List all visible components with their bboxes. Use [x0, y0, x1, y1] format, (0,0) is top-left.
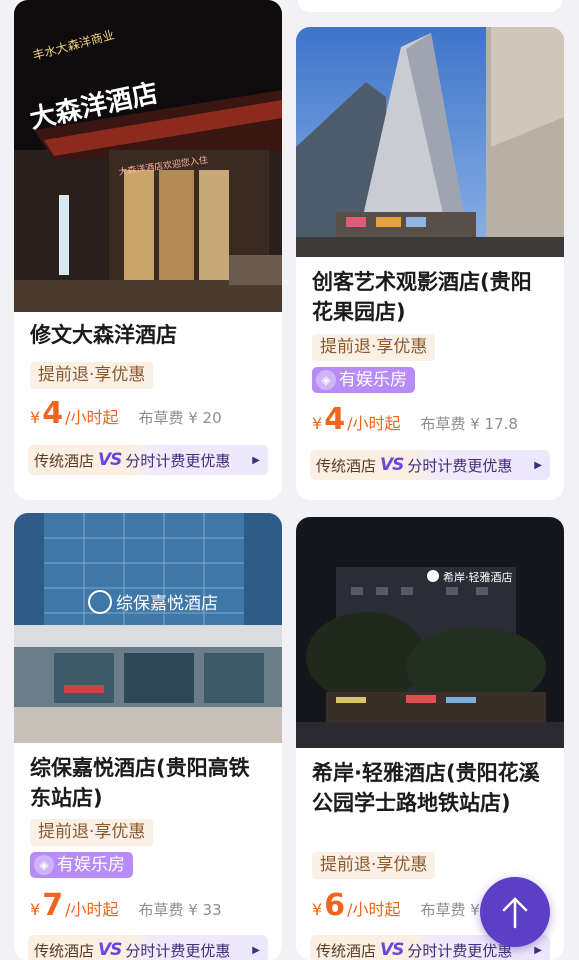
hotel-card[interactable]: 综保嘉悦酒店 综保嘉悦酒店(贵阳高铁东站店) 提前退·享优惠 ◈ 有娱乐房 ¥ …	[14, 513, 282, 960]
promo-tag: 提前退·享优惠	[30, 819, 154, 846]
price-row: ¥ 7 /小时起 布草费 ¥ 33	[30, 890, 268, 922]
hotel-card[interactable]: 丰水大森洋商业 大森洋酒店 大森洋酒店欢迎您入住 修文大森洋酒店 提前退·享优惠…	[14, 0, 282, 500]
price-unit: /小时起	[347, 414, 401, 433]
price-row: ¥ 4 /小时起 布草费 ¥ 17.8	[312, 404, 550, 436]
price-value: 7	[42, 888, 64, 923]
back-to-top-button[interactable]	[480, 877, 550, 947]
entertainment-tag: ◈ 有娱乐房	[30, 852, 133, 878]
linen-fee: 布草费 ¥ 33	[138, 901, 222, 919]
currency-symbol: ¥	[30, 408, 41, 427]
vs-right-label: 分时计费更优惠	[125, 451, 231, 470]
hotel-name: 创客艺术观影酒店(贵阳花果园店)	[312, 270, 532, 324]
vs-right-label: 分时计费更优惠	[407, 941, 513, 960]
triangle-right-icon: ▶	[534, 944, 542, 956]
vs-left-label: 传统酒店	[316, 456, 377, 475]
promo-tag: 提前退·享优惠	[312, 852, 436, 879]
linen-fee: 布草费 ¥ 20	[138, 409, 222, 427]
vs-compare-bar[interactable]: 传统酒店 VS 分时计费更优惠 ▶	[28, 445, 268, 475]
vs-compare-bar[interactable]: 传统酒店 VS 分时计费更优惠 ▶	[310, 450, 550, 480]
ticket-icon: ◈	[316, 370, 336, 390]
arrow-up-icon	[502, 897, 528, 929]
ticket-icon: ◈	[34, 855, 54, 875]
hotel-photo: 希岸·轻雅酒店	[296, 517, 564, 748]
entertainment-tag: ◈ 有娱乐房	[312, 367, 415, 393]
vs-badge: VS	[98, 450, 122, 470]
price-value: 4	[324, 402, 346, 437]
entertainment-label: 有娱乐房	[339, 370, 407, 390]
triangle-right-icon: ▶	[252, 944, 260, 956]
hotel-card[interactable]: 创客艺术观影酒店(贵阳花果园店) 提前退·享优惠 ◈ 有娱乐房 ¥ 4 /小时起…	[296, 27, 564, 500]
currency-symbol: ¥	[312, 414, 323, 433]
vs-left-label: 传统酒店	[34, 941, 95, 960]
vs-left-label: 传统酒店	[34, 451, 95, 470]
hotel-photo	[296, 27, 564, 257]
vs-badge: VS	[380, 455, 404, 475]
price-unit: /小时起	[347, 900, 401, 919]
linen-fee: 布草费 ¥	[420, 901, 480, 919]
promo-tag: 提前退·享优惠	[30, 362, 154, 389]
previous-card-edge	[298, 0, 562, 12]
vs-badge: VS	[380, 940, 404, 960]
hotel-name: 修文大森洋酒店	[30, 323, 177, 347]
price-unit: /小时起	[65, 900, 119, 919]
price-row: ¥ 4 /小时起 布草费 ¥ 20	[30, 398, 268, 430]
hotel-name: 综保嘉悦酒店(贵阳高铁东站店)	[30, 756, 250, 810]
promo-tag: 提前退·享优惠	[312, 334, 436, 361]
hotel-photo: 丰水大森洋商业 大森洋酒店 大森洋酒店欢迎您入住	[14, 0, 282, 312]
linen-fee: 布草费 ¥ 17.8	[420, 415, 518, 433]
vs-compare-bar[interactable]: 传统酒店 VS 分时计费更优惠 ▶	[28, 935, 268, 960]
triangle-right-icon: ▶	[252, 454, 260, 466]
currency-symbol: ¥	[312, 900, 323, 919]
vs-badge: VS	[98, 940, 122, 960]
vs-right-label: 分时计费更优惠	[125, 941, 231, 960]
price-value: 4	[42, 396, 64, 431]
triangle-right-icon: ▶	[534, 459, 542, 471]
vs-left-label: 传统酒店	[316, 941, 377, 960]
hotel-sign: 综保嘉悦酒店	[116, 594, 218, 614]
currency-symbol: ¥	[30, 900, 41, 919]
vs-right-label: 分时计费更优惠	[407, 456, 513, 475]
hotel-photo: 综保嘉悦酒店	[14, 513, 282, 743]
entertainment-label: 有娱乐房	[57, 855, 125, 875]
hotel-name: 希岸·轻雅酒店(贵阳花溪公园学士路地铁站店)	[312, 761, 540, 815]
price-value: 6	[324, 888, 346, 923]
price-unit: /小时起	[65, 408, 119, 427]
hotel-sign: 希岸·轻雅酒店	[443, 570, 513, 584]
